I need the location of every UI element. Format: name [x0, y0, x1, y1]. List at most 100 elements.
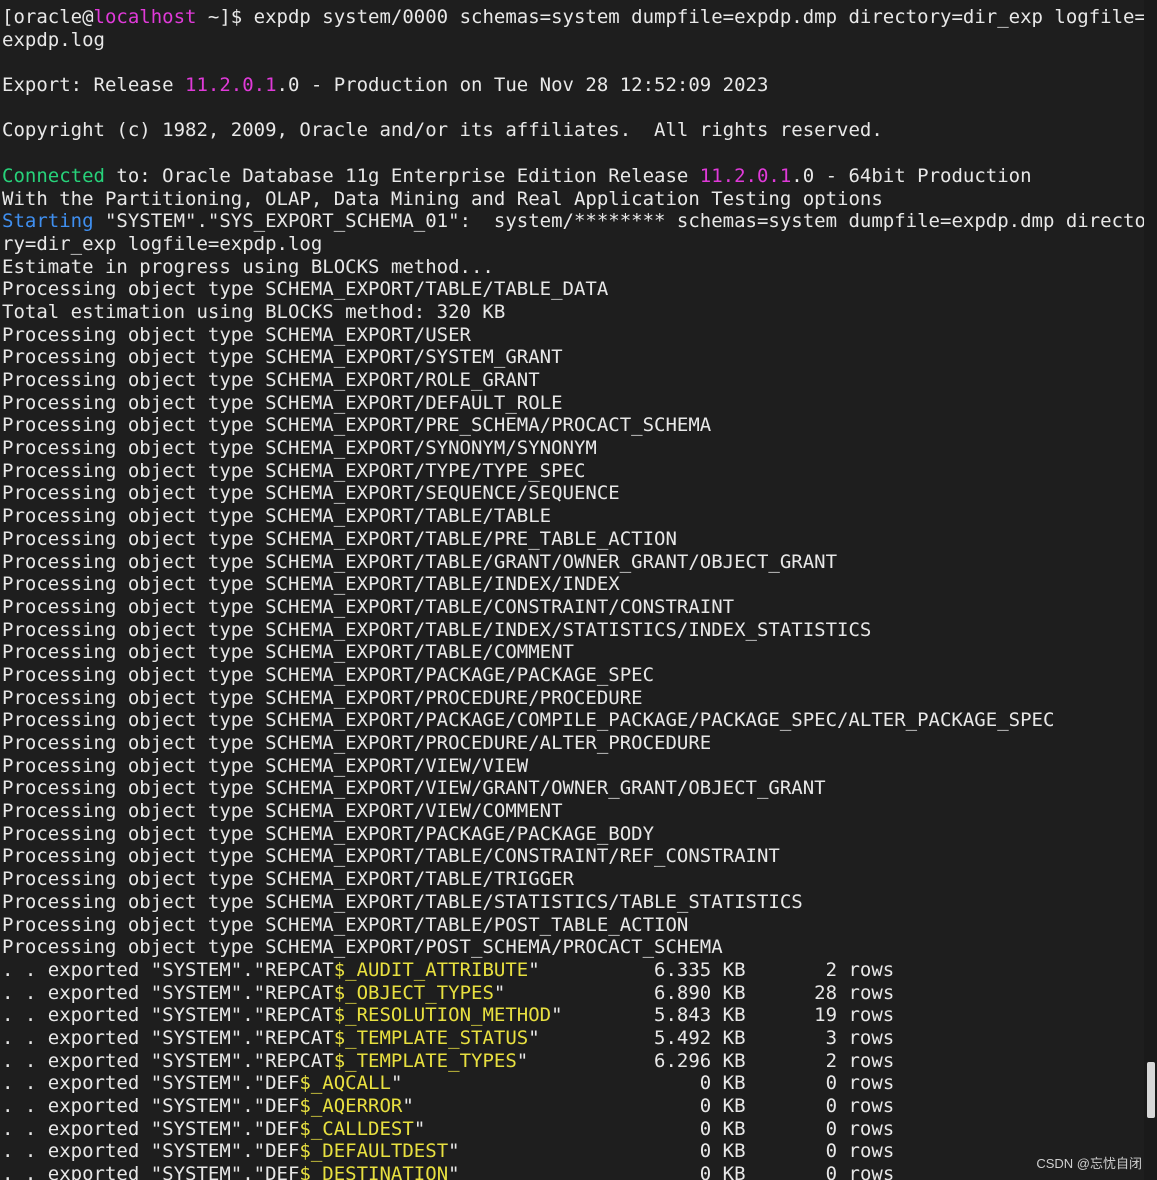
terminal-text-segment: Processing object type SCHEMA_EXPORT/VIE… — [2, 800, 563, 823]
terminal-line: Processing object type SCHEMA_EXPORT/TAB… — [2, 619, 1144, 642]
terminal-text-segment: [oracle@ — [2, 6, 94, 28]
terminal-line: Processing object type SCHEMA_EXPORT/TAB… — [2, 528, 1144, 551]
terminal-text-segment: Processing object type SCHEMA_EXPORT/TAB… — [2, 278, 609, 301]
terminal-text-segment: . . exported "SYSTEM"."DEF — [2, 1117, 300, 1140]
terminal-line: . . exported "SYSTEM"."DEF$_CALLDEST" 0 … — [2, 1118, 1144, 1141]
terminal-line: . . exported "SYSTEM"."DEF$_DESTINATION"… — [2, 1163, 1144, 1180]
terminal-text-segment: $_AQCALL — [299, 1072, 391, 1095]
terminal-line: . . exported "SYSTEM"."DEF$_AQERROR" 0 K… — [2, 1095, 1144, 1118]
terminal-line: . . exported "SYSTEM"."REPCAT$_AUDIT_ATT… — [2, 959, 1144, 982]
terminal-text-segment: Processing object type SCHEMA_EXPORT/TAB… — [2, 845, 780, 868]
terminal-text-segment: Processing object type SCHEMA_EXPORT/TAB… — [2, 890, 803, 913]
terminal-line: Processing object type SCHEMA_EXPORT/TAB… — [2, 505, 1144, 528]
terminal-text-segment: Processing object type SCHEMA_EXPORT/TAB… — [2, 868, 574, 891]
terminal-text-segment: . . exported "SYSTEM"."REPCAT — [2, 981, 334, 1004]
terminal-line: . . exported "SYSTEM"."DEF$_AQCALL" 0 KB… — [2, 1072, 1144, 1095]
terminal-text-segment: Processing object type SCHEMA_EXPORT/PRO… — [2, 686, 643, 709]
terminal-line: Processing object type SCHEMA_EXPORT/SYN… — [2, 437, 1144, 460]
terminal-line: Processing object type SCHEMA_EXPORT/POS… — [2, 936, 1144, 959]
terminal-output: [oracle@localhost ~]$ expdp system/0000 … — [2, 6, 1144, 1180]
watermark: CSDN @​忘忧自闭​ — [1036, 1156, 1142, 1171]
terminal-line: Processing object type SCHEMA_EXPORT/PRO… — [2, 687, 1144, 710]
terminal-text-segment: Processing object type SCHEMA_EXPORT/TAB… — [2, 641, 574, 664]
terminal-text-segment: . . exported "SYSTEM"."DEF — [2, 1163, 300, 1180]
terminal-line: Total estimation using BLOCKS method: 32… — [2, 301, 1144, 324]
terminal-line: Processing object type SCHEMA_EXPORT/TAB… — [2, 278, 1144, 301]
terminal-text-segment: " 0 KB 0 rows — [413, 1117, 895, 1140]
terminal-line: Processing object type SCHEMA_EXPORT/PAC… — [2, 664, 1144, 687]
terminal-text-segment: $_AQERROR — [299, 1095, 403, 1117]
terminal-line: . . exported "SYSTEM"."REPCAT$_TEMPLATE_… — [2, 1027, 1144, 1050]
terminal-text-segment: Processing object type SCHEMA_EXPORT/POS… — [2, 936, 723, 959]
terminal-text-segment: " 6.335 KB 2 rows — [528, 958, 895, 981]
terminal-text-segment: " 0 KB 0 rows — [448, 1163, 895, 1180]
terminal-text-segment: Processing object type SCHEMA_EXPORT/SYS… — [2, 346, 563, 369]
terminal-line: Processing object type SCHEMA_EXPORT/VIE… — [2, 800, 1144, 823]
terminal-text-segment: Processing object type SCHEMA_EXPORT/PAC… — [2, 822, 655, 845]
vertical-scrollbar[interactable] — [1144, 0, 1157, 1180]
terminal-text-segment: Copyright (c) 1982, 2009, Oracle and/or … — [2, 119, 883, 142]
terminal-text-segment: " 5.843 KB 19 rows — [551, 1004, 895, 1027]
terminal-text-segment: Processing object type SCHEMA_EXPORT/PRE… — [2, 414, 712, 437]
terminal-line: ry=dir_exp logfile=expdp.log — [2, 233, 1144, 256]
terminal-line: Processing object type SCHEMA_EXPORT/TAB… — [2, 596, 1144, 619]
terminal-text-segment: Processing object type SCHEMA_EXPORT/TAB… — [2, 550, 838, 573]
terminal-text-segment: to: Oracle Database 11g Enterprise Editi… — [104, 164, 700, 187]
terminal-line: Processing object type SCHEMA_EXPORT/TAB… — [2, 573, 1144, 596]
terminal-line: [oracle@localhost ~]$ expdp system/0000 … — [2, 6, 1144, 29]
terminal-text-segment: Processing object type SCHEMA_EXPORT/VIE… — [2, 777, 826, 800]
terminal-text-segment: Processing object type SCHEMA_EXPORT/TYP… — [2, 459, 586, 482]
terminal-text-segment: $_TEMPLATE_STATUS — [333, 1026, 529, 1049]
terminal-line: . . exported "SYSTEM"."REPCAT$_TEMPLATE_… — [2, 1050, 1144, 1073]
terminal-text-segment: Processing object type SCHEMA_EXPORT/TAB… — [2, 595, 735, 618]
terminal-line: Connected to: Oracle Database 11g Enterp… — [2, 165, 1144, 188]
scrollbar-thumb[interactable] — [1147, 1062, 1155, 1118]
terminal-line: Processing object type SCHEMA_EXPORT/TAB… — [2, 641, 1144, 664]
terminal-line: Starting "SYSTEM"."SYS_EXPORT_SCHEMA_01"… — [2, 210, 1144, 233]
terminal-text-segment: "SYSTEM"."SYS_EXPORT_SCHEMA_01": system/… — [93, 210, 1144, 233]
terminal-line: Processing object type SCHEMA_EXPORT/PAC… — [2, 823, 1144, 846]
terminal-text-segment: . . exported "SYSTEM"."REPCAT — [2, 1049, 334, 1072]
terminal-line: . . exported "SYSTEM"."REPCAT$_RESOLUTIO… — [2, 1004, 1144, 1027]
terminal-text-segment: localhost — [93, 6, 197, 28]
terminal-text-segment: Processing object type SCHEMA_EXPORT/DEF… — [2, 391, 563, 414]
terminal-line: Processing object type SCHEMA_EXPORT/TAB… — [2, 891, 1144, 914]
terminal-text-segment: " 6.296 KB 2 rows — [516, 1049, 895, 1072]
terminal-line: Processing object type SCHEMA_EXPORT/PRE… — [2, 414, 1144, 437]
terminal-line: Copyright (c) 1982, 2009, Oracle and/or … — [2, 119, 1144, 142]
terminal-text-segment: . . exported "SYSTEM"."DEF — [2, 1095, 300, 1117]
terminal-text-segment: Export: Release — [2, 74, 186, 97]
terminal-text-segment: 11.2.0.1 — [185, 74, 277, 97]
terminal-text-segment: " 0 KB 0 rows — [448, 1140, 895, 1163]
terminal-text-segment: Estimate in progress using BLOCKS method… — [2, 255, 494, 278]
terminal-text-segment: .0 - Production on Tue Nov 28 12:52:09 2… — [276, 74, 769, 97]
terminal-text-segment: With the Partitioning, OLAP, Data Mining… — [2, 187, 883, 210]
terminal-line: Processing object type SCHEMA_EXPORT/PAC… — [2, 709, 1144, 732]
terminal-line: Processing object type SCHEMA_EXPORT/SYS… — [2, 346, 1144, 369]
terminal-text-segment: Processing object type SCHEMA_EXPORT/PAC… — [2, 709, 1055, 732]
terminal-text-segment: $_OBJECT_TYPES — [333, 981, 494, 1004]
terminal-text-segment: Starting — [2, 210, 94, 233]
terminal-line: Processing object type SCHEMA_EXPORT/DEF… — [2, 392, 1144, 415]
terminal-text-segment: . . exported "SYSTEM"."DEF — [2, 1072, 300, 1095]
terminal-text-segment: $_TEMPLATE_TYPES — [333, 1049, 517, 1072]
terminal-text-segment: Processing object type SCHEMA_EXPORT/PRO… — [2, 732, 712, 754]
terminal-text-segment: Processing object type SCHEMA_EXPORT/SYN… — [2, 437, 597, 460]
terminal-text-segment: Processing object type SCHEMA_EXPORT/TAB… — [2, 618, 872, 641]
terminal-text-segment: " 0 KB 0 rows — [390, 1072, 895, 1095]
terminal-line: . . exported "SYSTEM"."REPCAT$_OBJECT_TY… — [2, 982, 1144, 1005]
terminal-text-segment: $_CALLDEST — [299, 1117, 414, 1140]
terminal-text-segment: $_DEFAULTDEST — [299, 1140, 449, 1163]
terminal-line: Export: Release 11.2.0.1.0 - Production … — [2, 74, 1144, 97]
terminal-line: expdp.log — [2, 29, 1144, 52]
terminal-line: Processing object type SCHEMA_EXPORT/ROL… — [2, 369, 1144, 392]
terminal-line: Processing object type SCHEMA_EXPORT/TAB… — [2, 551, 1144, 574]
terminal-line: Processing object type SCHEMA_EXPORT/PRO… — [2, 732, 1144, 755]
terminal-text-segment: ~]$ expdp system/0000 schemas=system dum… — [196, 6, 1144, 28]
terminal-line: Processing object type SCHEMA_EXPORT/TAB… — [2, 914, 1144, 937]
terminal-text-segment: Processing object type SCHEMA_EXPORT/VIE… — [2, 754, 529, 777]
terminal-line: Processing object type SCHEMA_EXPORT/TAB… — [2, 868, 1144, 891]
terminal-text-segment: $_AUDIT_ATTRIBUTE — [333, 958, 529, 981]
terminal-line: Processing object type SCHEMA_EXPORT/VIE… — [2, 755, 1144, 778]
